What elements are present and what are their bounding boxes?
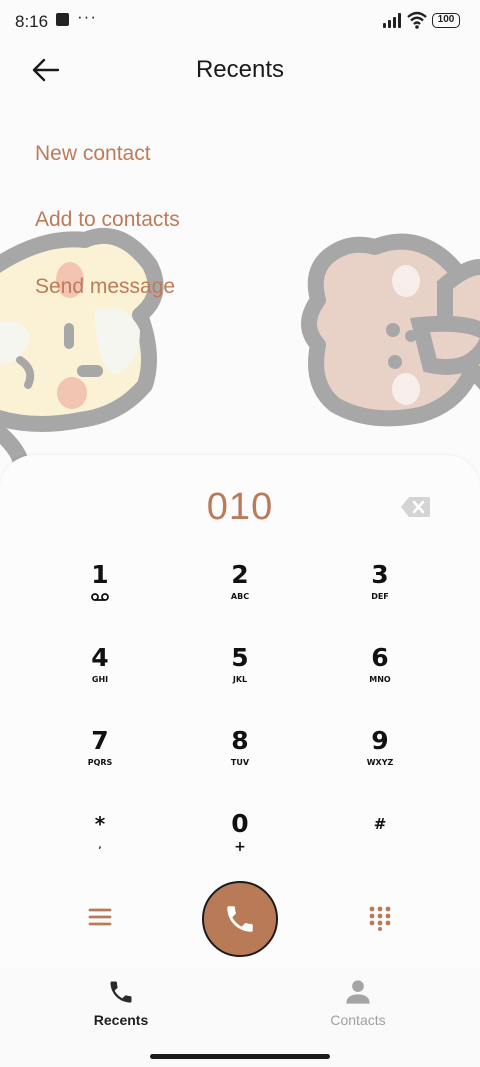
more-notifications-icon: ··· <box>77 7 97 26</box>
call-button[interactable] <box>202 881 278 957</box>
new-contact-item[interactable]: New contact <box>35 142 151 166</box>
key-digit: 2 <box>231 560 249 589</box>
status-bar: 8:16 ··· 100 <box>0 0 480 42</box>
tab-recents[interactable]: Recents <box>61 978 181 1028</box>
battery-icon: 100 <box>432 13 460 28</box>
key-1[interactable]: 1 <box>45 560 155 630</box>
key-4[interactable]: 4 GHI <box>45 643 155 713</box>
key-digit: 8 <box>231 726 249 755</box>
status-time: 8:16 <box>15 12 49 31</box>
voicemail-icon <box>91 593 109 601</box>
tab-label: Recents <box>93 1012 149 1028</box>
background-illustration <box>0 227 480 475</box>
key-digit: 6 <box>371 643 389 672</box>
key-digit: 4 <box>91 643 109 672</box>
person-icon <box>346 980 370 1004</box>
key-letters: MNO <box>369 675 391 684</box>
key-digit: 5 <box>231 643 249 672</box>
key-letters: PQRS <box>87 758 113 767</box>
key-3[interactable]: 3 DEF <box>325 560 435 630</box>
backspace-icon[interactable] <box>400 496 431 518</box>
key-letters: ABC <box>230 592 250 601</box>
key-digit: 3 <box>371 560 389 589</box>
dialpad-icon[interactable] <box>369 906 391 931</box>
key-letters: TUV <box>230 758 250 767</box>
page-title: Recents <box>195 56 285 83</box>
phone-icon <box>227 906 253 932</box>
signal-icon <box>383 13 403 28</box>
key-letters: JKL <box>232 675 248 684</box>
key-letters: GHI <box>91 675 109 684</box>
key-9[interactable]: 9 WXYZ <box>325 726 435 796</box>
key-6[interactable]: 6 MNO <box>325 643 435 713</box>
bottom-navigation: Recents Contacts <box>0 968 480 1067</box>
add-to-contacts-item[interactable]: Add to contacts <box>35 208 180 232</box>
key-digit: 7 <box>91 726 109 755</box>
key-letters: , <box>98 841 102 850</box>
key-star[interactable]: * , <box>45 809 155 879</box>
key-digit: 0 <box>231 809 249 838</box>
key-digit: # <box>373 815 387 833</box>
key-digit: * <box>94 812 106 836</box>
key-8[interactable]: 8 TUV <box>185 726 295 796</box>
notification-icon <box>56 13 69 26</box>
wifi-icon <box>407 11 427 29</box>
key-0[interactable]: 0 + <box>185 809 295 879</box>
key-2[interactable]: 2 ABC <box>185 560 295 630</box>
key-letters: DEF <box>371 592 389 601</box>
phone-icon <box>110 981 132 1003</box>
key-digit: 1 <box>91 560 109 589</box>
key-letters: + <box>234 839 246 855</box>
send-message-item[interactable]: Send message <box>35 275 175 299</box>
key-letters: WXYZ <box>366 758 394 767</box>
tab-contacts[interactable]: Contacts <box>298 978 418 1028</box>
key-5[interactable]: 5 JKL <box>185 643 295 713</box>
key-hash[interactable]: # <box>325 809 435 879</box>
tab-label: Contacts <box>330 1012 386 1028</box>
key-digit: 9 <box>371 726 389 755</box>
hamburger-menu-icon[interactable] <box>88 906 112 928</box>
home-indicator[interactable] <box>150 1054 330 1059</box>
key-7[interactable]: 7 PQRS <box>45 726 155 796</box>
